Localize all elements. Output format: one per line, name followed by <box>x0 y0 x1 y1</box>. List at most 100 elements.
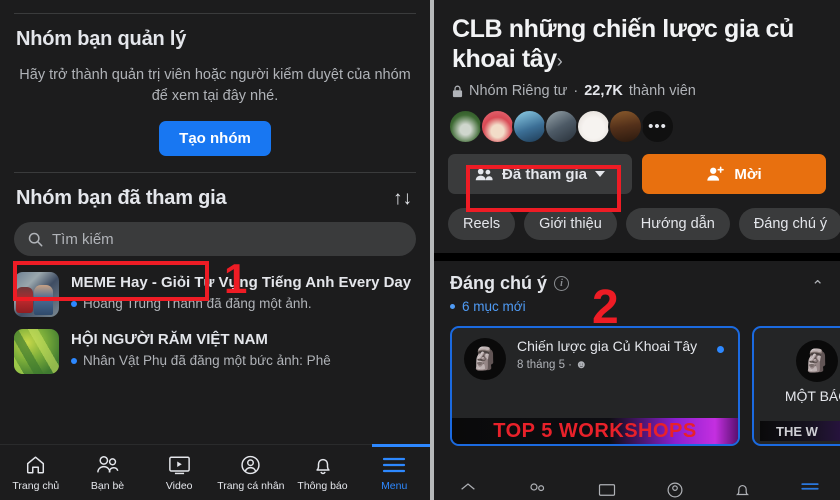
nav-label-menu: Menu <box>381 480 408 492</box>
add-person-icon <box>707 166 725 181</box>
featured-new-items-label: 6 mục mới <box>462 299 526 314</box>
card-meta: Chiến lược gia Củ Khoai Tây 8 tháng 5 · … <box>517 338 697 380</box>
card-unread-dot-icon <box>717 346 724 353</box>
video-icon[interactable] <box>595 481 619 499</box>
bell-icon[interactable] <box>732 481 753 499</box>
featured-new-items: 6 mục mới <box>434 295 840 314</box>
nav-label-friends: Bạn bè <box>90 480 125 492</box>
nav-item-notifications[interactable]: Thông báo <box>287 453 359 492</box>
unread-dot-icon <box>71 301 77 308</box>
card-banner-text: TOP 5 WORKSHOPS <box>493 419 697 442</box>
tab-reels[interactable]: Reels <box>448 208 516 240</box>
joined-groups-list: MEME Hay - Giỏi Từ Vựng Tiếng Anh Every … <box>0 266 430 380</box>
tab-about[interactable]: Giới thiệu <box>524 208 617 240</box>
hamburger-menu-icon[interactable] <box>799 481 821 495</box>
group-tabs: Reels Giới thiệu Hướng dẫn Đáng chú ý <box>434 194 840 253</box>
group-activity: Nhân Vật Phụ đã đăng một bức ảnh: Phê <box>83 353 331 369</box>
list-item[interactable]: HỘI NGƯỜI RĂM VIỆT NAM Nhân Vật Phụ đã đ… <box>0 323 430 380</box>
friends-icon[interactable] <box>525 481 549 499</box>
globe-icon: ☻ <box>575 358 588 371</box>
hamburger-menu-icon <box>382 453 406 477</box>
card-title: MỘT BÁO <box>784 388 840 404</box>
info-icon[interactable]: i <box>554 276 570 291</box>
nav-label-notifications: Thông báo <box>297 480 348 492</box>
joined-button[interactable]: Đã tham gia <box>448 154 632 194</box>
chevron-up-icon[interactable]: ⌃ <box>811 273 824 295</box>
profile-icon[interactable] <box>664 481 686 499</box>
sort-updown-icon[interactable]: ↑↓ <box>393 189 412 208</box>
search-row: Tìm kiếm <box>0 218 430 257</box>
featured-cards-row: 🗿 Chiến lược gia Củ Khoai Tây 8 tháng 5 … <box>434 314 840 446</box>
featured-title-group: Đáng chú ý i <box>450 273 570 294</box>
avatar[interactable] <box>544 109 579 144</box>
search-placeholder: Tìm kiếm <box>52 230 114 248</box>
card-banner-text: THE W <box>776 423 818 439</box>
featured-card[interactable]: 🗿 Chiến lược gia Củ Khoai Tây 8 tháng 5 … <box>450 326 740 446</box>
home-icon <box>24 453 47 477</box>
joined-groups-title: Nhóm bạn đã tham gia <box>16 187 227 210</box>
right-phone-panel-group-detail: CLB những chiến lược gia củ khoai tây› N… <box>430 0 840 500</box>
profile-icon <box>239 453 262 477</box>
group-title-text: CLB những chiến lược gia củ khoai tây <box>452 15 794 73</box>
card-header: 🗿 Chiến lược gia Củ Khoai Tây 8 tháng 5 … <box>452 328 738 380</box>
create-group-button[interactable]: Tạo nhóm <box>159 121 271 157</box>
invite-button[interactable]: Mời <box>642 154 826 194</box>
avatar[interactable] <box>448 109 483 144</box>
card-banner: TOP 5 WORKSHOPS <box>452 418 738 444</box>
nav-item-profile[interactable]: Trang cá nhân <box>215 453 287 492</box>
home-icon[interactable] <box>457 481 479 499</box>
joined-groups-header: Nhóm bạn đã tham gia ↑↓ <box>0 173 430 218</box>
featured-card[interactable]: 🗿 MỘT BÁO THE W <box>752 326 840 446</box>
create-group-button-wrap: Tạo nhóm <box>0 121 430 157</box>
nav-label-video: Video <box>165 480 193 492</box>
group-thumbnail <box>14 272 59 318</box>
left-phone-panel-groups: Nhóm bạn quản lý Hãy trở thành quản trị … <box>0 0 430 500</box>
card-banner: THE W <box>760 421 840 441</box>
member-avatars-row: ••• <box>434 99 840 144</box>
avatar[interactable] <box>608 109 643 144</box>
group-privacy-type: Nhóm Riêng tư <box>469 83 568 99</box>
unread-dot-icon <box>71 358 77 365</box>
members-group-icon <box>475 168 493 180</box>
featured-title: Đáng chú ý <box>450 273 548 293</box>
nav-item-friends[interactable]: Bạn bè <box>72 453 144 492</box>
search-icon <box>28 232 43 246</box>
managed-groups-title: Nhóm bạn quản lý <box>16 28 187 50</box>
group-meta: Nhân Vật Phụ đã đăng một bức ảnh: Phê <box>71 352 416 370</box>
more-members-button[interactable]: ••• <box>640 109 675 144</box>
card-date-separator: · <box>568 358 573 371</box>
bottom-navigation-bar-partial <box>434 478 840 500</box>
nav-item-video[interactable]: Video <box>143 453 215 492</box>
chevron-right-icon[interactable]: › <box>557 51 563 71</box>
privacy-separator: · <box>573 83 579 99</box>
new-items-dot-icon <box>450 304 455 309</box>
invite-button-label: Mời <box>734 165 762 183</box>
managed-groups-section: Nhóm bạn quản lý <box>0 14 430 51</box>
group-activity: Hoàng Trung Thành đã đăng một ảnh. <box>83 296 312 312</box>
managed-groups-description: Hãy trở thành quản trị viên hoặc người k… <box>19 67 411 105</box>
nav-label-home: Trang chủ <box>12 480 60 492</box>
app-screenshot: Nhóm bạn quản lý Hãy trở thành quản trị … <box>0 0 840 500</box>
nav-label-profile: Trang cá nhân <box>217 480 285 492</box>
group-name: MEME Hay - Giỏi Từ Vựng Tiếng Anh Every … <box>71 274 412 292</box>
card-date: 8 tháng 5 · ☻ <box>517 359 697 371</box>
group-member-count: 22,7K <box>584 83 623 99</box>
avatar[interactable] <box>576 109 611 144</box>
group-action-buttons: Đã tham gia Mời <box>434 144 840 194</box>
nav-item-menu[interactable]: Menu <box>358 453 430 492</box>
card-date-text: 8 tháng 5 <box>517 358 565 371</box>
bell-icon <box>312 453 334 477</box>
list-item[interactable]: MEME Hay - Giỏi Từ Vựng Tiếng Anh Every … <box>0 266 430 323</box>
avatar: 🗿 <box>464 338 506 380</box>
nav-item-home[interactable]: Trang chủ <box>0 453 72 492</box>
menu-active-indicator <box>372 444 430 447</box>
tab-guides[interactable]: Hướng dẫn <box>625 208 730 240</box>
avatar[interactable] <box>512 109 547 144</box>
search-input[interactable]: Tìm kiếm <box>14 222 416 257</box>
avatar[interactable] <box>480 109 515 144</box>
tab-featured[interactable]: Đáng chú ý <box>738 208 840 240</box>
page-title: CLB những chiến lược gia củ khoai tây› <box>434 0 840 74</box>
featured-section-header: Đáng chú ý i ⌃ <box>434 261 840 295</box>
group-member-label: thành viên <box>628 83 696 99</box>
card-author: Chiến lược gia Củ Khoai Tây <box>517 338 698 354</box>
